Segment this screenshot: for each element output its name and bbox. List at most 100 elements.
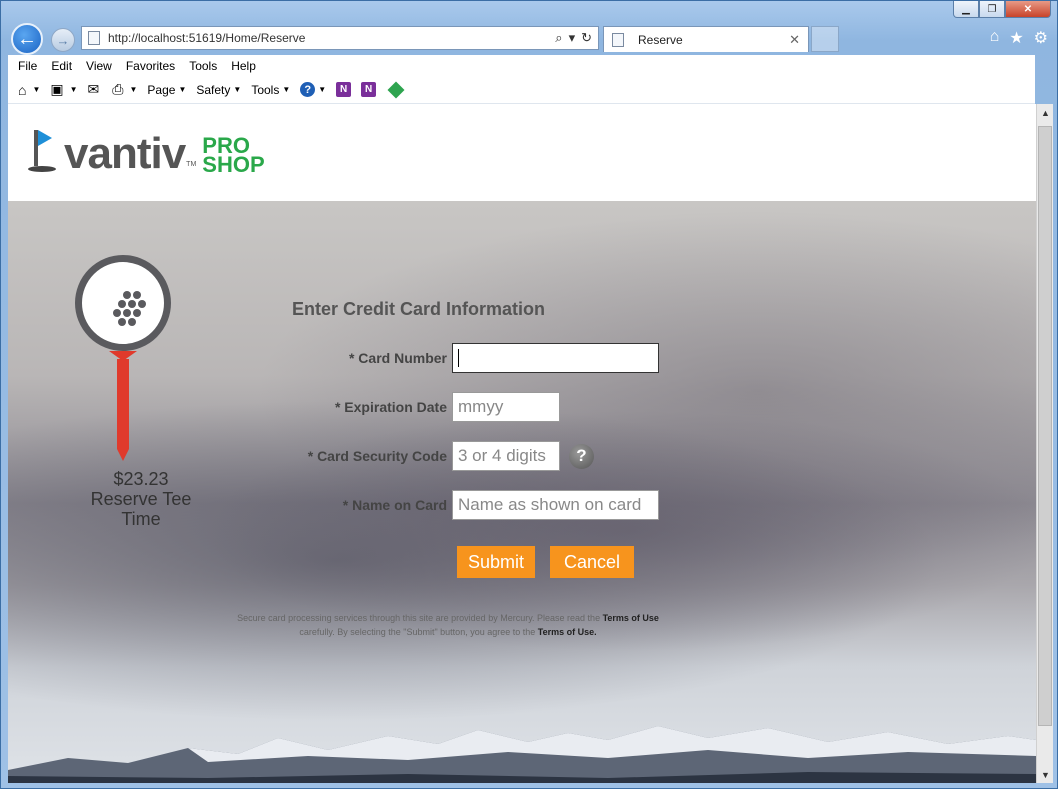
help-command[interactable]: ? ▼ [300, 82, 326, 97]
golf-ball-tee-graphic [75, 255, 175, 465]
print-command[interactable]: ⎙ ▼ [112, 81, 137, 98]
search-icon[interactable]: ⌕ [555, 30, 562, 46]
card-number-label: * Card Number [348, 350, 447, 366]
chevron-down-icon: ▼ [233, 85, 242, 94]
refresh-icon[interactable]: ↻ [581, 30, 592, 46]
green-diamond-icon [387, 81, 405, 98]
disclaimer-text-1: Secure card processing services through … [237, 613, 603, 623]
page-menu[interactable]: Page ▼ [147, 83, 186, 97]
window-controls: ▁ ❐ ✕ [953, 1, 1051, 18]
dropdown-caret-icon[interactable]: ▾ [569, 30, 576, 46]
forward-arrow-icon: → [56, 32, 70, 48]
maximize-button[interactable]: ❐ [979, 1, 1005, 18]
onenote-linked-command[interactable]: N [361, 82, 377, 97]
forward-button[interactable]: → [51, 28, 75, 52]
new-tab-button[interactable] [811, 26, 839, 52]
terms-disclaimer: Secure card processing services through … [228, 611, 668, 639]
command-bar: ⌂ ▼ ▣ ▼ ✉ ⎙ ▼ Page ▼ Safety ▼ Tools ▼ ? ▼ N N [8, 76, 1035, 104]
terms-of-use-link-2[interactable]: Terms of Use. [538, 627, 597, 637]
page-icon [88, 31, 100, 45]
scroll-down-icon[interactable]: ▼ [1037, 766, 1054, 783]
security-code-help-icon[interactable]: ? [569, 443, 594, 469]
card-number-input[interactable] [452, 343, 659, 373]
onenote-icon: N [336, 82, 352, 97]
submit-button[interactable]: Submit [457, 546, 535, 578]
menu-favorites[interactable]: Favorites [126, 59, 175, 73]
reservation-summary: $23.23 Reserve Tee Time [68, 469, 214, 529]
chevron-down-icon: ▼ [129, 85, 138, 94]
onenote-command[interactable]: N [336, 82, 352, 97]
chevron-down-icon: ▼ [32, 85, 41, 94]
close-tab-icon[interactable]: ✕ [789, 32, 800, 48]
help-icon: ? [300, 82, 316, 97]
mail-command[interactable]: ✉ [88, 81, 103, 98]
vantiv-pro-shop-logo[interactable]: vantiv TM PRO SHOP [28, 128, 265, 178]
browser-right-icons: ⌂ ★ ⚙ [990, 28, 1048, 48]
safety-menu[interactable]: Safety ▼ [196, 83, 241, 97]
text-cursor [458, 349, 459, 367]
scroll-thumb[interactable] [1038, 126, 1052, 726]
terms-of-use-link-1[interactable]: Terms of Use [603, 613, 659, 623]
safety-menu-label: Safety [196, 82, 231, 97]
security-code-input[interactable]: 3 or 4 digits [452, 441, 560, 471]
brand-name: vantiv [64, 129, 186, 178]
mail-icon: ✉ [87, 81, 100, 97]
tools-menu[interactable]: Tools ▼ [251, 83, 290, 97]
expiration-date-input[interactable]: mmyy [452, 392, 560, 422]
cancel-button[interactable]: Cancel [550, 546, 634, 578]
name-on-card-input[interactable]: Name as shown on card [452, 490, 659, 520]
menu-view[interactable]: View [86, 59, 112, 73]
expiration-date-label: * Expiration Date [334, 399, 447, 415]
tab-reserve[interactable]: Reserve ✕ [603, 26, 809, 52]
back-arrow-icon: ← [17, 27, 37, 50]
browser-window: ▁ ❐ ✕ ← → http://localhost:51619/Home/Re… [0, 0, 1058, 789]
home-icon: ⌂ [18, 81, 27, 98]
reservation-description-line1: Reserve Tee [90, 489, 192, 509]
settings-gear-icon[interactable]: ⚙ [1034, 28, 1048, 48]
address-text[interactable]: http://localhost:51619/Home/Reserve [108, 31, 555, 45]
address-tools: ⌕ ▾ ↻ [555, 30, 598, 46]
close-window-button[interactable]: ✕ [1005, 1, 1051, 18]
menu-help[interactable]: Help [231, 59, 256, 73]
onenote-linked-icon: N [361, 82, 377, 97]
reservation-description-line2: Time [121, 509, 161, 529]
security-code-label: * Card Security Code [307, 448, 447, 464]
addon-command[interactable] [386, 81, 405, 98]
form-title: Enter Credit Card Information [292, 299, 546, 319]
card-number-row: * Card Number [208, 343, 659, 373]
security-code-row: * Card Security Code 3 or 4 digits ? [208, 441, 594, 471]
chevron-down-icon: ▼ [178, 85, 187, 94]
tab-title: Reserve [638, 32, 683, 47]
menu-tools[interactable]: Tools [189, 59, 217, 73]
chevron-down-icon: ▼ [69, 85, 78, 94]
tools-menu-label: Tools [251, 82, 280, 97]
back-button[interactable]: ← [11, 23, 43, 55]
site-header: vantiv TM PRO SHOP [8, 104, 1036, 201]
home-command[interactable]: ⌂ ▼ [18, 82, 40, 98]
menu-edit[interactable]: Edit [51, 59, 72, 73]
tab-page-icon [612, 32, 624, 47]
menu-bar: File Edit View Favorites Tools Help [8, 55, 1035, 76]
minimize-button[interactable]: ▁ [953, 1, 979, 18]
mountain-range-image [8, 726, 1036, 783]
chevron-down-icon: ▼ [318, 85, 327, 94]
print-icon: ⎙ [112, 81, 124, 97]
hero-background: $23.23 Reserve Tee Time Enter Credit Car… [8, 201, 1036, 783]
favorites-star-icon[interactable]: ★ [1009, 28, 1023, 48]
menu-file[interactable]: File [18, 59, 37, 73]
vertical-scrollbar[interactable]: ▲ ▼ [1036, 104, 1053, 783]
feeds-command[interactable]: ▣ ▼ [50, 81, 77, 98]
shop-text: SHOP [202, 152, 265, 177]
navigation-bar: ← → http://localhost:51619/Home/Reserve … [9, 23, 1054, 55]
pro-shop-mark: PRO SHOP [202, 135, 265, 177]
home-icon[interactable]: ⌂ [990, 28, 1000, 48]
brand-trademark: TM [186, 161, 197, 168]
reservation-price: $23.23 [113, 469, 169, 489]
page-viewport: vantiv TM PRO SHOP $23.23 Reserve Tee Ti… [8, 104, 1036, 783]
disclaimer-text-2: carefully. By selecting the "Submit" but… [299, 627, 538, 637]
flag-icon [28, 128, 60, 174]
address-bar[interactable]: http://localhost:51619/Home/Reserve ⌕ ▾ … [81, 26, 599, 50]
scroll-up-icon[interactable]: ▲ [1037, 104, 1054, 121]
name-on-card-label: * Name on Card [342, 497, 447, 513]
chevron-down-icon: ▼ [282, 85, 291, 94]
